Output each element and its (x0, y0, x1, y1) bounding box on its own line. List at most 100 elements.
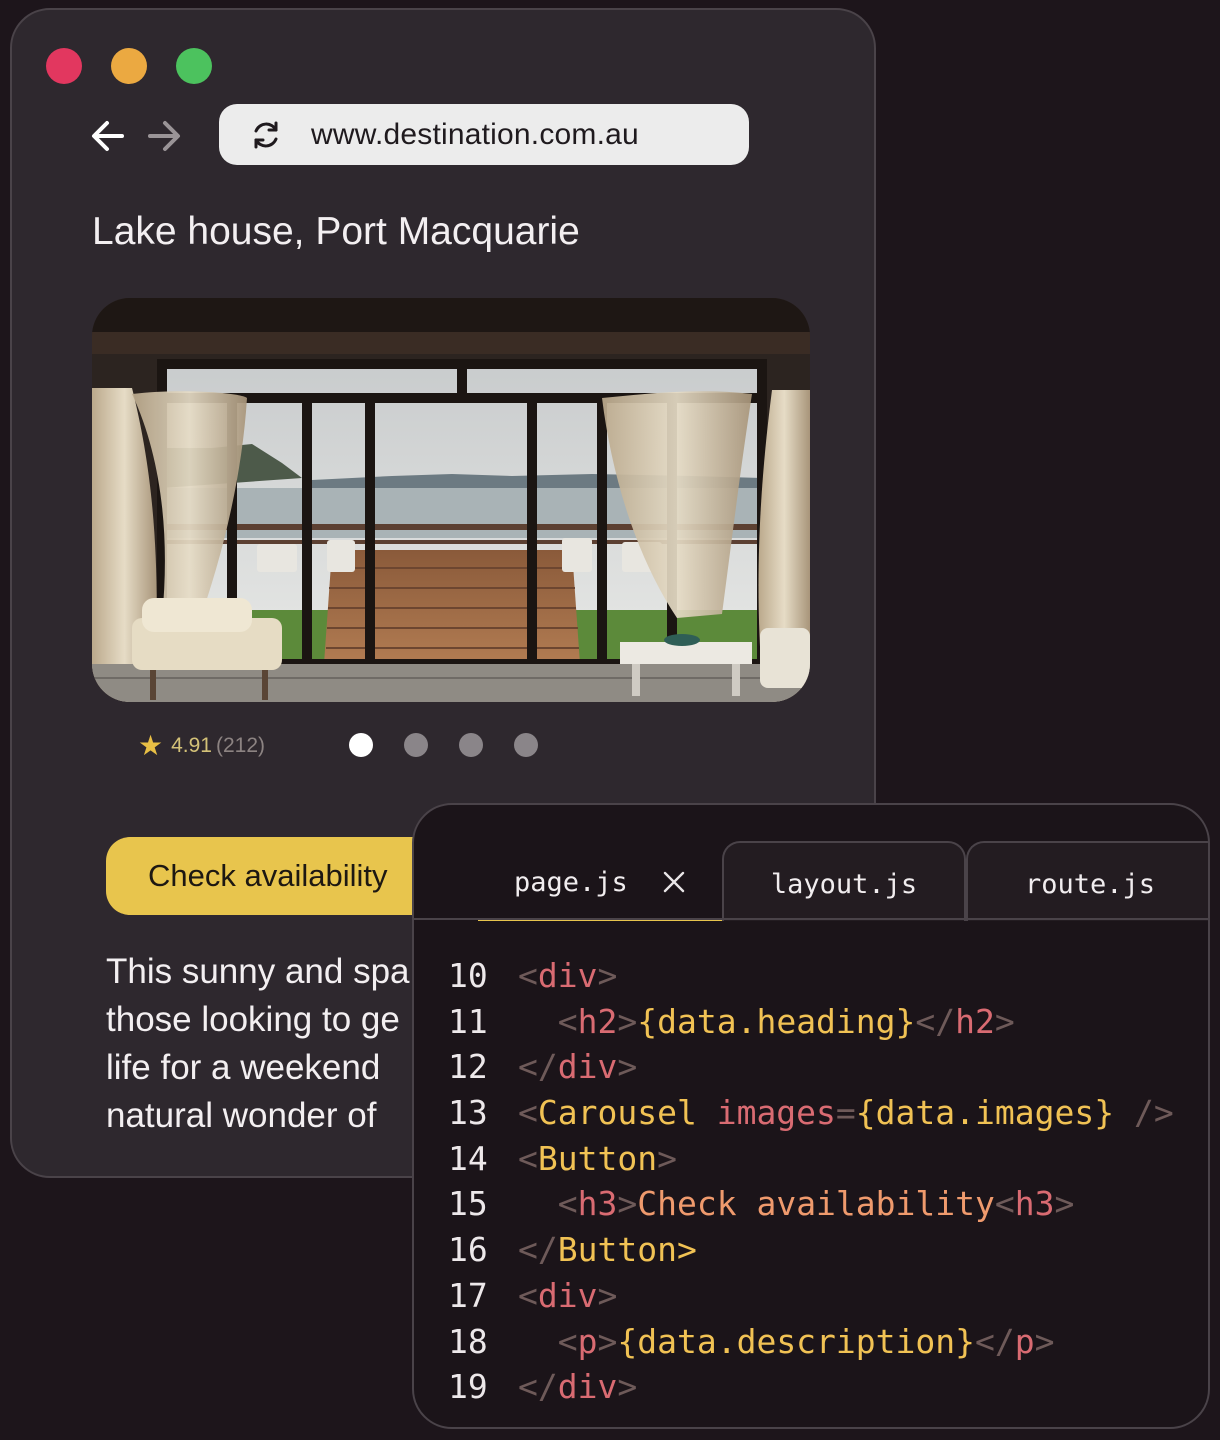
code-line: 13 <Carousel images={data.images} /> (414, 1090, 1208, 1136)
code-token: images (716, 1093, 836, 1133)
code-token: {data.description} (617, 1321, 975, 1361)
code-line: 11 <h2>{data.heading}</h2> (414, 999, 1208, 1045)
code-token: > (676, 1230, 697, 1270)
tab-page-js[interactable]: page.js (478, 841, 722, 921)
line-number: 16 (448, 1230, 488, 1270)
code-token: < (994, 1184, 1015, 1224)
forward-arrow-icon[interactable] (144, 116, 184, 156)
code-text: </div> (518, 1044, 637, 1090)
code-line: 19 </div> (414, 1364, 1208, 1410)
code-token: > (617, 1184, 638, 1224)
property-photo[interactable] (92, 298, 810, 702)
code-token: > (597, 1275, 618, 1315)
code-text: <Carousel images={data.images} /> (518, 1090, 1174, 1136)
code-token: div (537, 956, 598, 995)
code-token: < (557, 1001, 578, 1041)
code-token: Button (557, 1230, 677, 1270)
carousel-dot[interactable] (349, 733, 373, 757)
close-window-button[interactable] (46, 48, 82, 84)
code-token: > (994, 1001, 1015, 1041)
carousel-dot[interactable] (404, 733, 428, 757)
close-tab-icon[interactable] (662, 870, 686, 894)
tab-layout-js[interactable]: layout.js (722, 841, 966, 921)
code-token: div (557, 1047, 618, 1087)
code-token: div (557, 1367, 618, 1407)
code-token: Button (537, 1138, 658, 1178)
code-token: > (1034, 1321, 1055, 1361)
code-area[interactable]: 10 <div> 11 <h2>{data.heading}</h2> 12 </div… (414, 953, 1208, 1410)
rating: ★ 4.91 (212) (138, 728, 265, 764)
code-token: > (1054, 1184, 1075, 1224)
address-bar[interactable]: www.destination.com.au (219, 104, 749, 165)
reload-icon[interactable] (249, 118, 283, 152)
code-token: Check availability (637, 1184, 995, 1224)
code-token: > (617, 1001, 638, 1041)
code-token: < (518, 1093, 538, 1133)
carousel-dot[interactable] (514, 733, 538, 757)
rating-count: (212) (215, 734, 266, 757)
code-token: h2 (577, 1001, 618, 1041)
line-number: 12 (448, 1047, 488, 1087)
code-token: </ (518, 1047, 558, 1087)
code-text: </div> (518, 1364, 637, 1410)
code-token: > (657, 1138, 677, 1178)
code-token: > (617, 1367, 638, 1407)
code-line: 12 </div> (414, 1044, 1208, 1090)
code-token: {data.images} (855, 1093, 1115, 1133)
code-line: 16 </Button> (414, 1227, 1208, 1273)
code-line: 17 <div> (414, 1273, 1208, 1319)
code-token: h2 (955, 1001, 995, 1041)
tab-label: route.js (1024, 869, 1156, 900)
editor-tabs: page.js layout.js route.js (414, 841, 1208, 921)
code-text: <p>{data.description}</p> (518, 1319, 1055, 1365)
code-token: < (518, 1275, 538, 1315)
code-token: p (1014, 1321, 1035, 1361)
code-token: </ (975, 1321, 1015, 1361)
tab-route-js[interactable]: route.js (966, 841, 1208, 921)
url-text[interactable]: www.destination.com.au (311, 104, 639, 165)
code-token: < (557, 1321, 578, 1361)
code-token: < (557, 1184, 578, 1224)
code-text: <div> (518, 1273, 617, 1319)
line-number: 13 (448, 1093, 488, 1133)
carousel-indicators (349, 733, 569, 757)
code-line: 10 <div> (414, 953, 1208, 999)
code-token: > (597, 1321, 618, 1361)
code-token: </ (518, 1230, 558, 1270)
code-token: div (537, 1275, 598, 1315)
line-number: 14 (448, 1138, 488, 1178)
page-title: Lake house, Port Macquarie (92, 210, 580, 253)
code-line: 18 <p>{data.description}</p> (414, 1319, 1208, 1365)
line-number: 10 (448, 956, 488, 995)
line-number: 19 (448, 1367, 488, 1407)
code-line: 15 <h3>Check availability<h3> (414, 1181, 1208, 1227)
code-token: /> (1114, 1093, 1174, 1133)
star-icon: ★ (138, 730, 164, 761)
tabs-divider (414, 918, 1208, 920)
code-token: </ (518, 1367, 558, 1407)
line-number: 11 (448, 1001, 488, 1041)
code-token: < (518, 1138, 538, 1178)
line-number: 15 (448, 1184, 488, 1224)
maximize-window-button[interactable] (176, 48, 212, 84)
code-token: {data.heading} (637, 1001, 916, 1041)
carousel-dot[interactable] (459, 733, 483, 757)
code-token: = (835, 1093, 856, 1133)
line-number: 17 (448, 1275, 488, 1315)
code-token: > (597, 956, 618, 995)
back-arrow-icon[interactable] (88, 116, 128, 156)
code-line: 14 <Button> (414, 1136, 1208, 1182)
tab-label: page.js (513, 867, 628, 898)
code-token: </ (915, 1001, 956, 1041)
code-text: <div> (518, 953, 617, 999)
tab-label: layout.js (770, 869, 918, 900)
code-token: h3 (1014, 1184, 1055, 1224)
line-number: 18 (448, 1321, 488, 1361)
code-token: p (577, 1321, 598, 1361)
code-text: <Button> (518, 1136, 677, 1182)
minimize-window-button[interactable] (111, 48, 147, 84)
rating-score: 4.91 (171, 734, 212, 757)
code-token: > (617, 1047, 638, 1087)
code-editor: page.js layout.js route.js 10 <div> 11 <h2… (412, 803, 1210, 1429)
code-token: Carousel (537, 1093, 697, 1133)
